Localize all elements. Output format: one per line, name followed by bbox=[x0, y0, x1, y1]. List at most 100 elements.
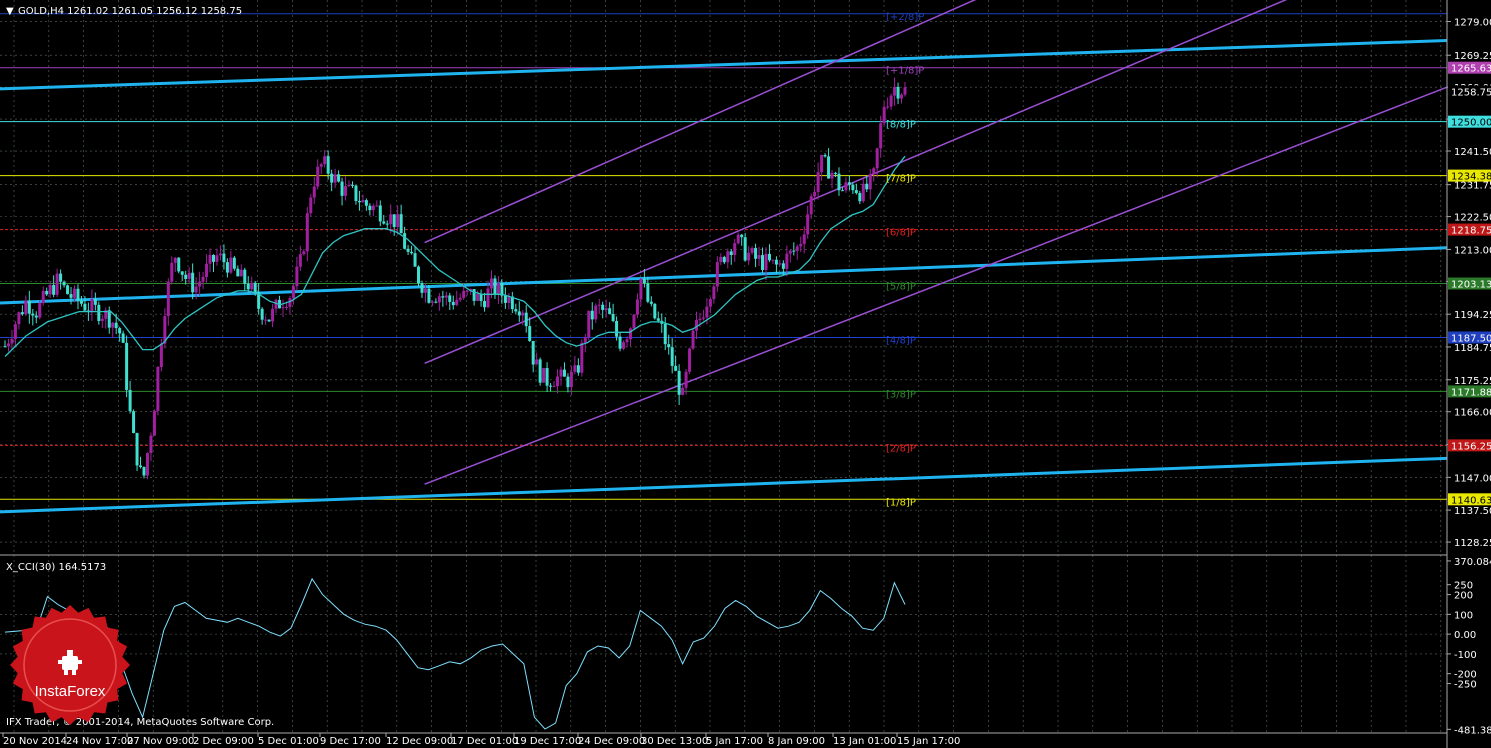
candle-body bbox=[781, 263, 785, 269]
price-tag-text: 1234.38 bbox=[1451, 172, 1491, 183]
candle-body bbox=[385, 223, 389, 225]
candle-body bbox=[93, 299, 97, 305]
price-tag-text: 1171.88 bbox=[1451, 387, 1491, 398]
candle-body bbox=[601, 304, 605, 310]
candle-body bbox=[698, 318, 702, 321]
candle-body bbox=[865, 183, 869, 190]
candle-body bbox=[861, 183, 865, 202]
candle-body bbox=[152, 411, 156, 436]
candle-body bbox=[493, 278, 497, 295]
candle-body bbox=[357, 201, 361, 203]
candle-body bbox=[302, 251, 306, 255]
candle-body bbox=[844, 182, 848, 191]
price-tick-label: 1279.00 bbox=[1454, 18, 1491, 29]
candle-body bbox=[774, 259, 778, 265]
time-tick-label: 27 Nov 09:00 bbox=[127, 736, 194, 747]
candle-body bbox=[767, 253, 771, 261]
time-tick-label: 2 Dec 09:00 bbox=[193, 736, 254, 747]
candle-body bbox=[24, 300, 28, 315]
candle-body bbox=[535, 359, 539, 365]
candle-body bbox=[799, 243, 803, 247]
candle-body bbox=[441, 296, 445, 298]
candle-body bbox=[455, 299, 459, 306]
candle-body bbox=[309, 197, 313, 214]
candle-body bbox=[684, 371, 688, 388]
candle-body bbox=[170, 262, 174, 282]
candle-body bbox=[486, 288, 490, 308]
candle-body bbox=[719, 256, 723, 263]
candle-body bbox=[552, 386, 556, 388]
price-tags: 1265.63 1258.75 1250.00 1234.38 1218.75 1203.… bbox=[1448, 61, 1491, 506]
candle-body bbox=[712, 286, 716, 300]
price-tick-label: 1175.25 bbox=[1454, 376, 1491, 387]
cci-tick-label: 100 bbox=[1454, 610, 1473, 621]
candle-body bbox=[267, 319, 271, 322]
price-tick-label: 1241.50 bbox=[1454, 147, 1491, 158]
candle-body bbox=[354, 185, 358, 202]
candle-body bbox=[816, 172, 820, 192]
candle-body bbox=[542, 368, 546, 383]
candle-body bbox=[639, 278, 643, 300]
price-tag-text: 1218.75 bbox=[1451, 226, 1491, 237]
cci-tick-label: 0.00 bbox=[1454, 630, 1476, 641]
price-tag-text: 1187.50 bbox=[1451, 333, 1491, 344]
candle-body bbox=[489, 278, 493, 289]
candle-body bbox=[656, 318, 660, 321]
price-tag-text: 1156.25 bbox=[1451, 441, 1491, 452]
murrey-label: [7/8]P bbox=[886, 174, 916, 185]
candle-body bbox=[625, 339, 629, 343]
candle-body bbox=[521, 312, 525, 316]
menu-glyph[interactable]: ▼ bbox=[6, 6, 14, 17]
candle-body bbox=[55, 273, 59, 295]
candle-body bbox=[851, 184, 855, 191]
candle-body bbox=[434, 301, 438, 303]
candle-body bbox=[201, 276, 205, 282]
candle-body bbox=[806, 214, 810, 235]
candle-body bbox=[225, 262, 229, 273]
candle-body bbox=[437, 296, 441, 303]
candle-body bbox=[903, 87, 907, 95]
candle-body bbox=[628, 328, 632, 340]
chart-background bbox=[0, 0, 1491, 748]
candle-body bbox=[264, 319, 268, 321]
time-axis: 20 Nov 201424 Nov 17:0027 Nov 09:002 Dec… bbox=[2, 733, 960, 747]
candle-body bbox=[594, 305, 598, 320]
time-tick-label: 12 Dec 09:00 bbox=[386, 736, 453, 747]
candle-body bbox=[900, 94, 904, 99]
candle-body bbox=[166, 281, 170, 317]
candle-body bbox=[872, 168, 876, 175]
cci-tick-label: -250 bbox=[1454, 680, 1477, 691]
candle-body bbox=[618, 336, 622, 349]
candle-body bbox=[295, 266, 299, 287]
candle-body bbox=[399, 214, 403, 234]
chart-canvas: [+2/8]P [+1/8]P [8/8]P [7/8]P [6/8]P [5/8]P [4… bbox=[0, 0, 1491, 748]
candle-body bbox=[222, 253, 226, 263]
candle-body bbox=[319, 164, 323, 167]
candle-body bbox=[827, 156, 831, 179]
candle-body bbox=[260, 308, 264, 320]
candle-body bbox=[754, 248, 758, 259]
candle-body bbox=[837, 173, 841, 191]
candle-body bbox=[326, 156, 330, 174]
candle-body bbox=[858, 193, 862, 202]
candle-body bbox=[823, 155, 827, 157]
candle-body bbox=[663, 323, 667, 345]
candle-body bbox=[538, 359, 542, 383]
candle-body bbox=[743, 237, 747, 261]
candle-body bbox=[448, 295, 452, 302]
candle-body bbox=[305, 213, 309, 252]
copyright-text: IFX Trader, © 2001-2014, MetaQuotes Soft… bbox=[6, 717, 274, 728]
candle-body bbox=[239, 269, 243, 277]
candle-body bbox=[118, 328, 122, 334]
candle-body bbox=[785, 253, 789, 269]
candle-body bbox=[378, 205, 382, 222]
time-tick-label: 5 Jan 17:00 bbox=[706, 736, 763, 747]
candle-body bbox=[889, 95, 893, 107]
candle-body bbox=[13, 324, 17, 339]
candle-body bbox=[410, 251, 414, 254]
candle-body bbox=[132, 411, 136, 433]
candle-body bbox=[243, 269, 247, 284]
candle-body bbox=[371, 205, 375, 211]
price-tick-label: 1194.25 bbox=[1454, 310, 1491, 321]
candle-body bbox=[809, 196, 813, 215]
